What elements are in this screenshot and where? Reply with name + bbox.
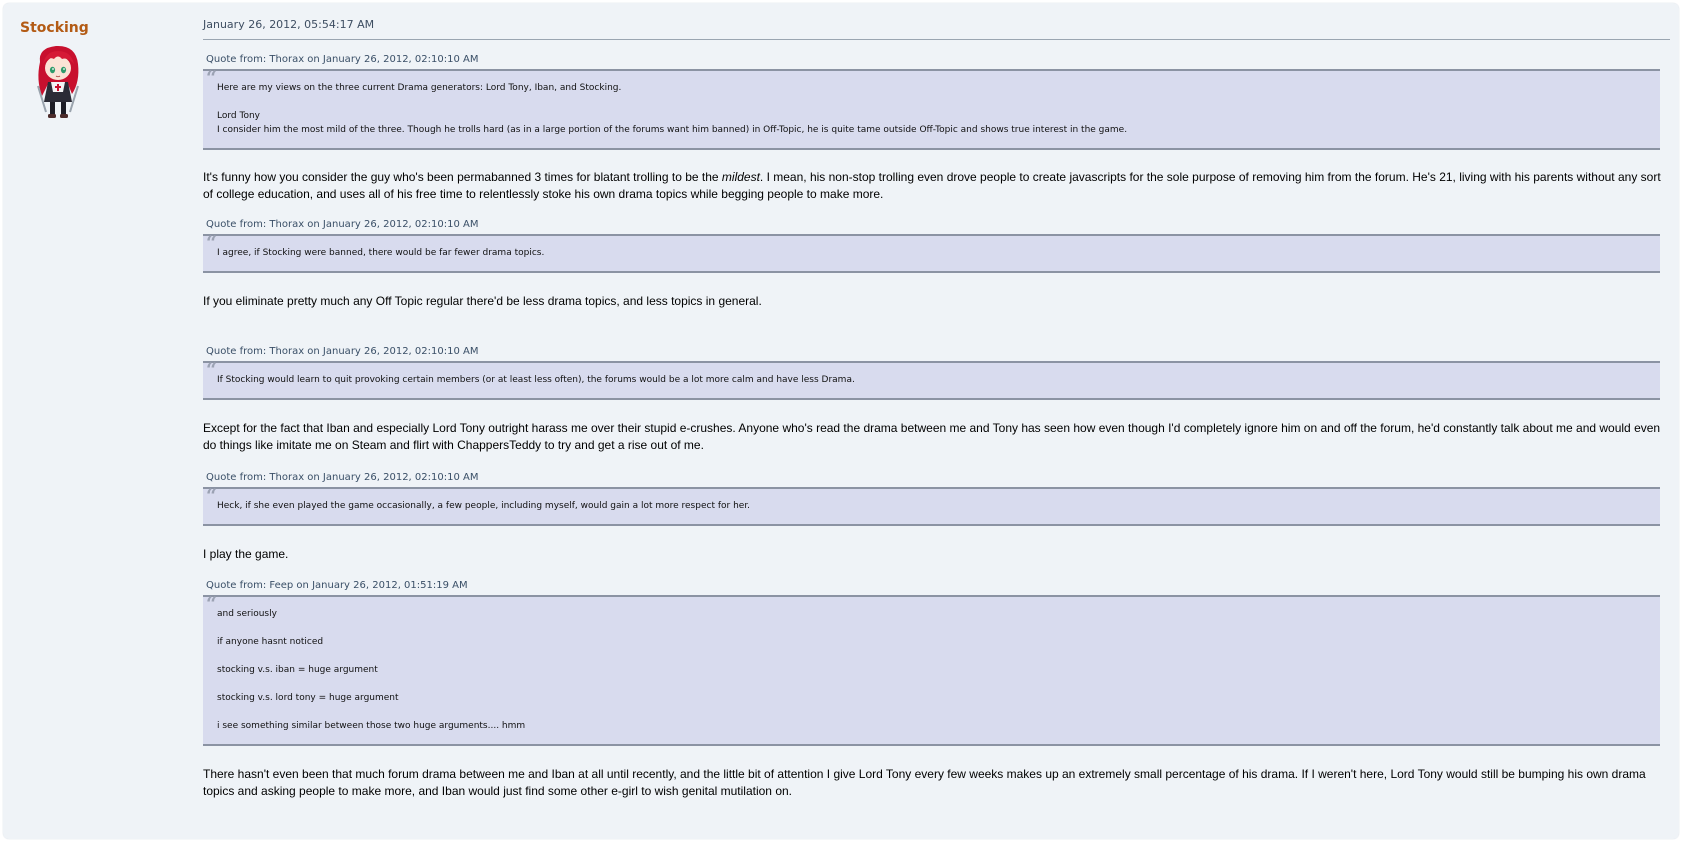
quote-text: and seriously [217, 609, 277, 619]
quote-mark-icon: “ [206, 232, 217, 254]
forum-post: Stocking January 26, 2012, 05:54:17 AM Q… [3, 3, 1679, 839]
quote-block: “ Here are my views on the three current… [203, 67, 1660, 150]
quote-mark-icon: “ [206, 67, 217, 89]
post-date: January 26, 2012, 05:54:17 AM [203, 17, 1670, 40]
reply-text: I play the game. [203, 547, 289, 561]
reply-text: Except for the fact that Iban and especi… [203, 421, 1661, 452]
quote-header-link[interactable]: Quote from: Thorax on January 26, 2012, … [203, 219, 1670, 230]
quote-mark-icon: “ [206, 593, 217, 615]
quote-text: I consider him the most mild of the thre… [217, 125, 1128, 135]
post-body: January 26, 2012, 05:54:17 AM Quote from… [203, 17, 1670, 800]
quote-block: “ and seriously if anyone hasnt noticed … [203, 593, 1660, 746]
quote-text: Here are my views on the three current D… [217, 83, 622, 93]
reply-text: If you eliminate pretty much any Off Top… [203, 294, 762, 308]
quote-block: “ Heck, if she even played the game occa… [203, 485, 1660, 526]
quote-text: if anyone hasnt noticed [217, 637, 324, 647]
poster-info: Stocking [20, 18, 190, 120]
quote-block: “ I agree, if Stocking were banned, ther… [203, 232, 1660, 273]
quote-text: stocking v.s. lord tony = huge argument [217, 693, 399, 703]
quote-mark-icon: “ [206, 485, 217, 507]
quote-mark-icon: “ [206, 359, 217, 381]
quote-text: i see something similar between those tw… [217, 721, 526, 731]
reply-text: There hasn't even been that much forum d… [203, 767, 1646, 798]
quote-header-link[interactable]: Quote from: Thorax on January 26, 2012, … [203, 472, 1670, 483]
quote-header-link[interactable]: Quote from: Thorax on January 26, 2012, … [203, 54, 1670, 65]
reply-text: It's funny how you consider the guy who'… [203, 170, 1661, 201]
quote-block: “ If Stocking would learn to quit provok… [203, 359, 1660, 400]
quote-text: stocking v.s. iban = huge argument [217, 665, 378, 675]
poster-name-link[interactable]: Stocking [20, 20, 190, 36]
quote-text: Heck, if she even played the game occasi… [217, 501, 751, 511]
avatar[interactable] [28, 42, 88, 120]
quote-header-link[interactable]: Quote from: Feep on January 26, 2012, 01… [203, 580, 1670, 591]
quote-text: Lord Tony [217, 111, 260, 121]
quote-header-link[interactable]: Quote from: Thorax on January 26, 2012, … [203, 346, 1670, 357]
quote-text: If Stocking would learn to quit provokin… [217, 375, 855, 385]
quote-text: I agree, if Stocking were banned, there … [217, 248, 545, 258]
